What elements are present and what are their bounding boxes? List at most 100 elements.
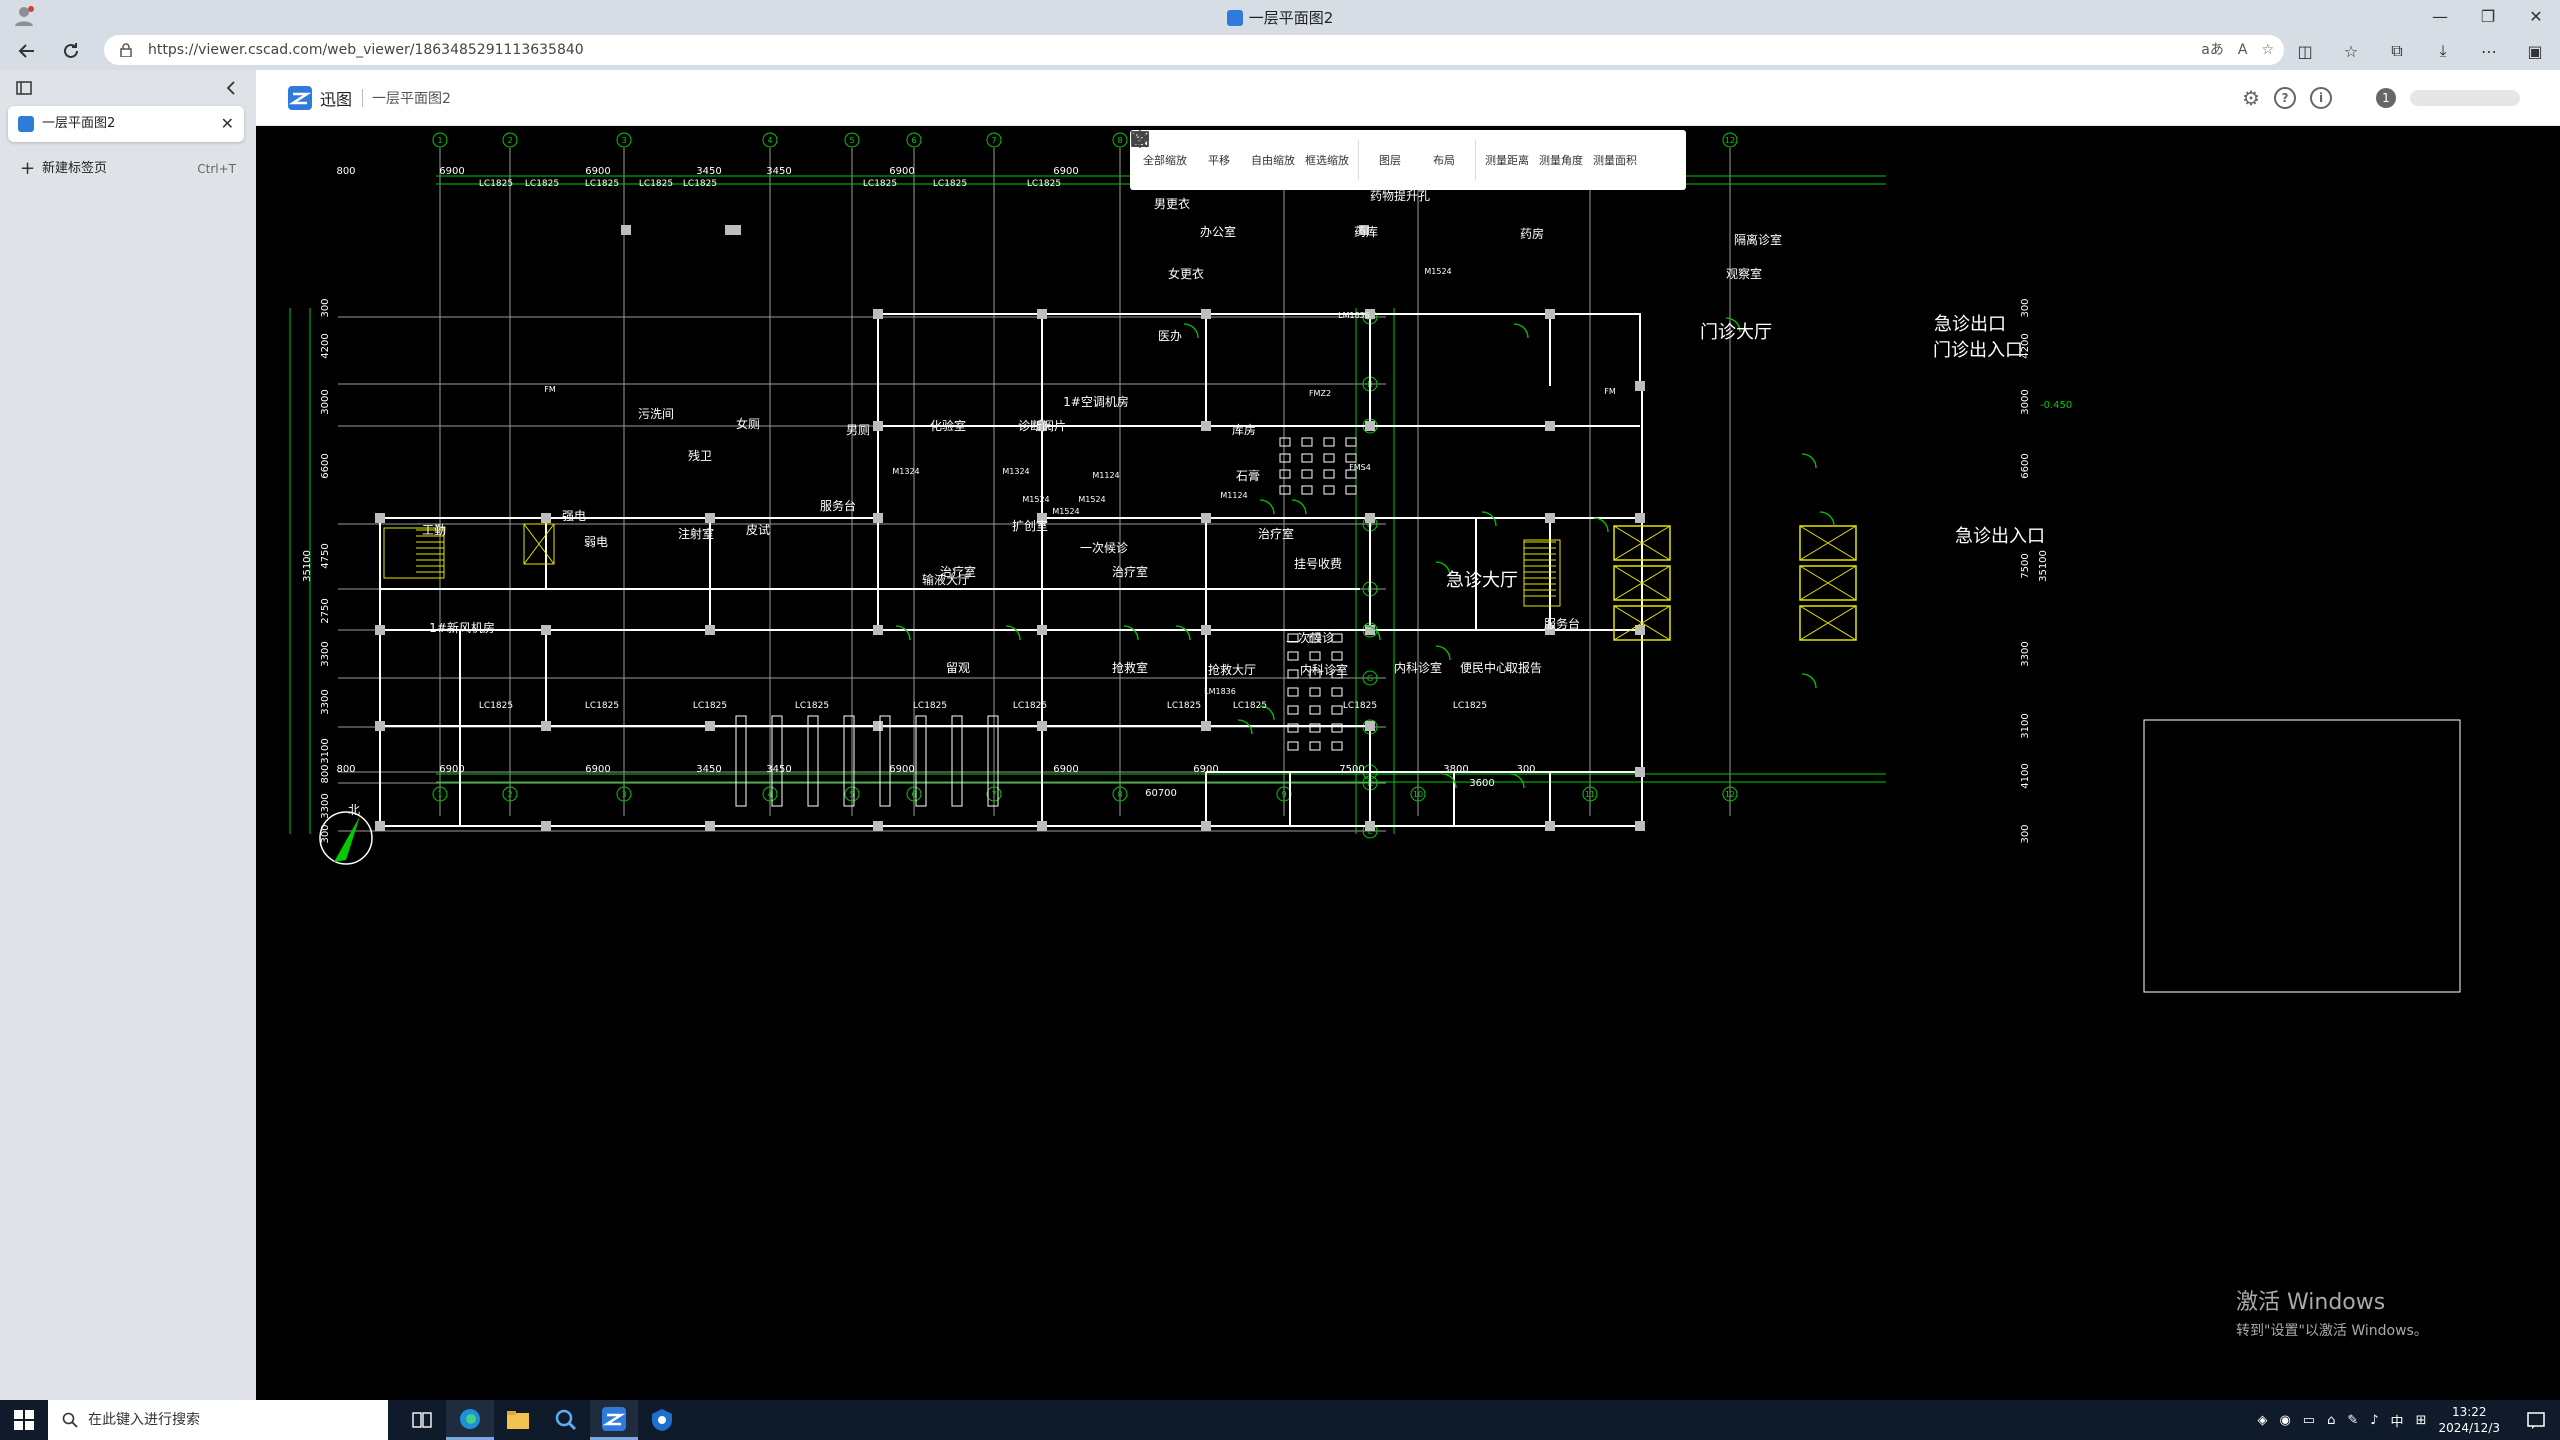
shaft-cross: [523, 523, 555, 565]
dimension-text-top: 6900: [439, 166, 464, 177]
search-app-icon[interactable]: [542, 1400, 590, 1440]
more-menu-icon[interactable]: ⋯: [2470, 36, 2508, 66]
door-swing: [1175, 625, 1191, 641]
close-window-button[interactable]: ✕: [2512, 0, 2560, 32]
taskbar-clock[interactable]: 13:22 2024/12/3: [2438, 1404, 2500, 1436]
layout-tool[interactable]: 布局: [1131, 131, 1471, 188]
structural-column: [873, 721, 883, 731]
measure-angle-tool[interactable]: 测量角度: [1131, 132, 1588, 188]
furniture-seat: [1309, 651, 1321, 661]
layout-viewport-frame: [2143, 719, 2461, 993]
clock-time[interactable]: 13:22: [2438, 1404, 2500, 1420]
new-tab-label[interactable]: 新建标签页: [42, 161, 107, 176]
room-label: 药房: [1520, 226, 1544, 241]
furniture-seat: [1331, 651, 1343, 661]
network-tray-icon[interactable]: ⌂: [2327, 1413, 2335, 1428]
window-zoom-tool[interactable]: 框选缩放: [1133, 131, 1354, 188]
minimize-button[interactable]: —: [2416, 0, 2464, 32]
maximize-button[interactable]: ❐: [2464, 0, 2512, 32]
structural-column: [1545, 821, 1555, 831]
door-window-tag: LC1825: [693, 701, 727, 711]
settings-gear-icon[interactable]: ⚙: [2242, 86, 2260, 110]
file-explorer-icon[interactable]: [494, 1400, 542, 1440]
tab-actions-icon[interactable]: [16, 80, 32, 96]
measure-distance-tool[interactable]: 测量距离: [1131, 131, 1534, 188]
favorite-star-icon[interactable]: ☆: [2261, 35, 2274, 65]
task-view-icon[interactable]: [398, 1400, 446, 1440]
structural-column: [375, 513, 385, 523]
split-screen-icon[interactable]: ◫: [2286, 36, 2324, 66]
notification-center-icon[interactable]: [2526, 1410, 2546, 1430]
structural-column: [705, 721, 715, 731]
cad-canvas[interactable]: 112233445566778899101011111212AABBCCDDEE…: [256, 126, 2560, 1400]
structural-column: [873, 625, 883, 635]
pan-tool[interactable]: 平移: [1131, 130, 1246, 188]
furniture-seat: [1331, 705, 1343, 715]
ime-indicator[interactable]: 中: [2391, 1411, 2404, 1430]
room-label: 治疗室: [940, 564, 976, 579]
user-name-blurred[interactable]: [2410, 90, 2520, 106]
dimension-text-bottom: 6900: [1053, 764, 1078, 775]
back-button[interactable]: [12, 36, 42, 66]
dimension-text-top: 800: [336, 166, 355, 177]
info-icon[interactable]: i: [2310, 87, 2332, 109]
windows-start-icon[interactable]: [14, 1410, 34, 1430]
floor-plan-drawing[interactable]: 112233445566778899101011111212AABBCCDDEE…: [256, 126, 2560, 1400]
door-window-tag: M1524: [1424, 267, 1451, 276]
windows-taskbar: 在此键入进行搜索 ◈ ◉ ▭ ⌂ ✎ ♪ 中 ⊞ 13:22 2024/12/3: [0, 1400, 2560, 1440]
read-aloud-icon[interactable]: aあ: [2201, 35, 2224, 65]
room-label: 注射室: [678, 526, 714, 541]
room-label: 残卫: [688, 449, 712, 463]
dimension-text-right: 300: [2020, 824, 2031, 843]
new-tab-button[interactable]: + 新建标签页 Ctrl+T: [8, 154, 244, 184]
search-placeholder[interactable]: 在此键入进行搜索: [88, 1412, 200, 1428]
axis-bubble-label: 3: [621, 790, 626, 799]
collapse-sidebar-icon[interactable]: [224, 80, 238, 96]
cad-viewer-app-icon[interactable]: [590, 1400, 638, 1440]
font-size-icon[interactable]: A: [2238, 35, 2248, 65]
axis-bubble-label: 1: [437, 136, 442, 145]
wechat-tray-icon[interactable]: ◉: [2279, 1413, 2290, 1428]
security-app-icon[interactable]: [638, 1400, 686, 1440]
room-label: 药库: [1354, 224, 1378, 239]
structural-column: [1201, 421, 1211, 431]
sidebar-toggle-icon[interactable]: ▣: [2516, 36, 2554, 66]
notification-badge[interactable]: 1: [2376, 88, 2396, 108]
clock-date[interactable]: 2024/12/3: [2438, 1420, 2500, 1436]
shield-tray-icon[interactable]: ◈: [2257, 1413, 2267, 1428]
door-window-tag: LM1836: [1338, 311, 1370, 320]
edge-browser-icon[interactable]: [446, 1400, 494, 1440]
url-text[interactable]: https://viewer.cscad.com/web_viewer/1863…: [148, 42, 584, 58]
refresh-button[interactable]: [56, 36, 86, 66]
close-tab-icon[interactable]: ✕: [221, 106, 234, 142]
structural-column: [375, 625, 385, 635]
tab-item-active[interactable]: 一层平面图2 ✕: [8, 106, 244, 142]
pen-tray-icon[interactable]: ✎: [2347, 1413, 2358, 1428]
measure-area-tool[interactable]: 测量面积: [1132, 132, 1642, 188]
lock-icon[interactable]: [120, 43, 132, 57]
help-icon[interactable]: ?: [2274, 87, 2296, 109]
dimension-text-right: 3000: [2020, 389, 2031, 414]
structural-column: [1545, 513, 1555, 523]
volume-tray-icon[interactable]: ♪: [2370, 1413, 2378, 1428]
axis-bubble-label: 7: [991, 790, 996, 799]
tray-extra-icon[interactable]: ⊞: [2416, 1413, 2427, 1428]
layers-tool[interactable]: 图层: [1130, 131, 1417, 188]
collections-icon[interactable]: ⧉: [2378, 36, 2416, 66]
free-zoom-tool[interactable]: 自由缩放: [1131, 131, 1300, 188]
taskbar-search-box[interactable]: 在此键入进行搜索: [48, 1400, 388, 1440]
downloads-icon[interactable]: ⤓: [2424, 36, 2462, 66]
structural-column: [1365, 421, 1375, 431]
structural-column: [873, 821, 883, 831]
dimension-text-top: 6900: [585, 166, 610, 177]
toolbar-separator: [1358, 140, 1359, 180]
room-label: 弱电: [584, 535, 608, 549]
tab-title[interactable]: 一层平面图2: [42, 116, 115, 131]
room-label: 留观: [946, 661, 970, 675]
dimension-text-left: 3300: [320, 641, 331, 666]
address-bar[interactable]: https://viewer.cscad.com/web_viewer/1863…: [104, 35, 2284, 65]
furniture-seat: [1331, 687, 1343, 697]
favorites-icon[interactable]: ☆: [2332, 36, 2370, 66]
display-tray-icon[interactable]: ▭: [2303, 1413, 2315, 1428]
furniture-seat: [1345, 453, 1357, 463]
